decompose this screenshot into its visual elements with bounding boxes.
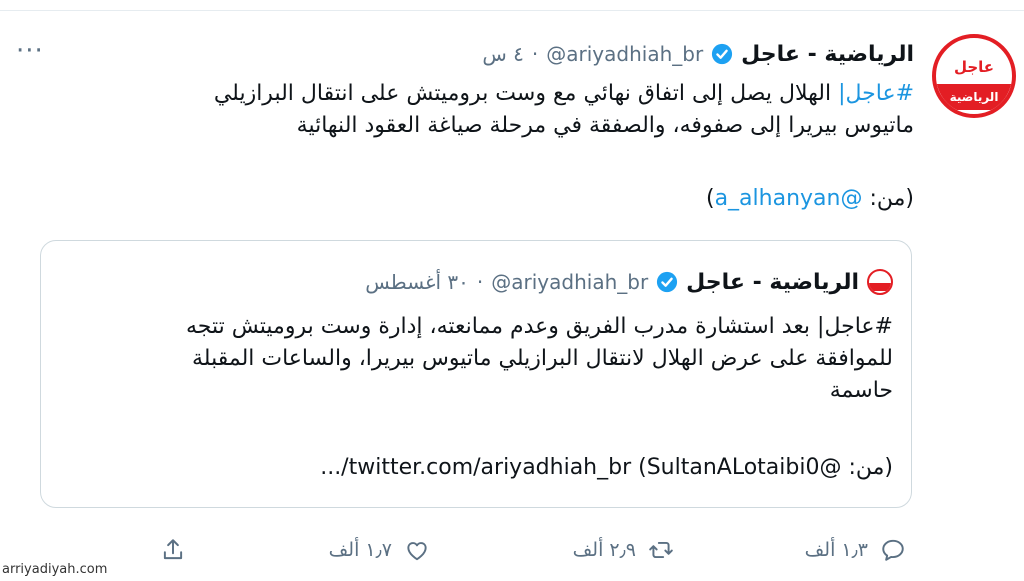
quoted-verified-icon	[657, 271, 678, 293]
timestamp[interactable]: ٤ س	[482, 42, 524, 66]
tweet-text-line-1: #عاجل| الهلال يصل إلى اتفاق نهائي مع وست…	[54, 78, 914, 110]
more-options-icon[interactable]: ···	[16, 36, 44, 66]
hashtag-link[interactable]: #عاجل|	[838, 81, 914, 106]
credit-suffix: )	[705, 186, 715, 211]
reply-button[interactable]: ١٫٣ ألف	[805, 528, 906, 572]
action-bar: ١٫٣ ألف ٢٫٩ ألف ١٫٧ ألف	[0, 528, 1024, 572]
share-icon	[163, 539, 183, 560]
like-button[interactable]: ١٫٧ ألف	[329, 528, 430, 572]
avatar-logo-bar: الرياضية	[936, 84, 1012, 110]
quoted-text-line-3: حاسمة	[829, 378, 893, 403]
heart-icon	[407, 542, 427, 561]
display-name[interactable]: الرياضية - عاجل	[741, 42, 914, 67]
tweet-text: #عاجل| الهلال يصل إلى اتفاق نهائي مع وست…	[54, 78, 914, 142]
quoted-display-name: الرياضية - عاجل	[686, 269, 859, 295]
handle[interactable]: @ariyadhiah_br	[546, 42, 703, 66]
watermark: arriyadiyah.com	[2, 562, 108, 577]
quoted-timestamp: ٣٠ أغسطس	[365, 270, 469, 294]
credit-handle-link[interactable]: @a_alhanyan	[715, 186, 863, 211]
like-count: ١٫٧ ألف	[328, 539, 392, 561]
quoted-avatar	[867, 269, 893, 295]
tweet-header: الرياضية - عاجل @ariyadhiah_br · ٤ س	[482, 38, 914, 70]
avatar[interactable]: عاجل الرياضية	[932, 34, 1016, 118]
tweet-text-line-1-rest: الهلال يصل إلى اتفاق نهائي مع وست بروميت…	[213, 81, 839, 106]
tweet-text-line-2: ماتيوس بيريرا إلى صفوفه، والصفقة في مرحل…	[296, 113, 914, 138]
quoted-text-line-2: للموافقة على عرض الهلال لانتقال البرازيل…	[192, 346, 893, 371]
quoted-header: الرياضية - عاجل @ariyadhiah_br · ٣٠ أغسط…	[365, 269, 893, 295]
quoted-credit: (من: @SultanALotaibi0) twitter.com/ariya…	[320, 455, 893, 480]
retweet-count: ٢٫٩ ألف	[572, 539, 636, 561]
quoted-text: #عاجل| بعد استشارة مدرب الفريق وعدم ممان…	[53, 311, 893, 407]
reply-count: ١٫٣ ألف	[804, 539, 868, 561]
separator-dot: ·	[531, 42, 539, 66]
retweet-icon	[649, 541, 673, 559]
quoted-separator-dot: ·	[476, 270, 484, 294]
top-divider	[0, 0, 1024, 11]
tweet-credit: (من: @a_alhanyan)	[706, 186, 914, 211]
quoted-tweet[interactable]: الرياضية - عاجل @ariyadhiah_br · ٣٠ أغسط…	[40, 240, 912, 508]
credit-prefix: (من:	[862, 186, 914, 211]
quoted-handle: @ariyadhiah_br	[491, 270, 649, 294]
retweet-button[interactable]: ٢٫٩ ألف	[573, 528, 674, 572]
avatar-logo-top: عاجل	[953, 58, 995, 76]
verified-icon	[712, 43, 733, 65]
reply-icon	[882, 539, 904, 561]
share-button[interactable]	[160, 528, 186, 572]
quoted-text-line-1: #عاجل| بعد استشارة مدرب الفريق وعدم ممان…	[185, 314, 893, 339]
